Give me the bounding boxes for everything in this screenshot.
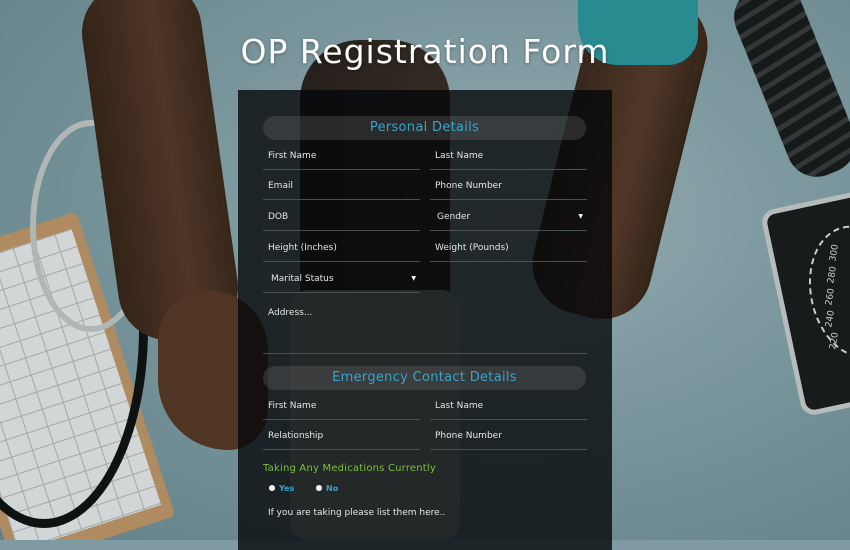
marital-status-select[interactable]: Marital Status ▼ [263,271,420,293]
gender-select-value: Gender [437,212,471,222]
medications-yes-radio[interactable]: Yes [269,483,294,495]
radio-circle-icon [269,484,275,491]
gender-select[interactable]: Gender ▼ [430,209,587,231]
marital-status-select-value: Marital Status [271,274,334,284]
email-field[interactable]: Email [263,178,420,200]
height-field[interactable]: Height (Inches) [263,240,420,262]
emergency-contact-heading: Emergency Contact Details [263,366,586,390]
emergency-first-name-field[interactable]: First Name [263,398,420,420]
address-textarea[interactable]: Address... [263,306,587,354]
dob-field[interactable]: DOB [263,209,420,231]
weight-field[interactable]: Weight (Pounds) [430,240,587,262]
personal-details-heading: Personal Details [263,116,586,140]
caret-down-icon: ▼ [578,213,583,220]
radio-label: No [326,484,339,493]
page-title: OP Registration Form [240,32,610,71]
caret-down-icon: ▼ [411,275,416,282]
first-name-field[interactable]: First Name [263,148,420,170]
emergency-last-name-field[interactable]: Last Name [430,398,587,420]
emergency-phone-number-field[interactable]: Phone Number [430,428,587,450]
radio-circle-icon [316,484,322,491]
medications-question: Taking Any Medications Currently [263,463,437,474]
last-name-field[interactable]: Last Name [430,148,587,170]
registration-form: Personal Details First Name Last Name Em… [238,90,612,550]
phone-number-field[interactable]: Phone Number [430,178,587,200]
medications-list-textarea[interactable]: If you are taking please list them here.… [268,508,445,518]
relationship-field[interactable]: Relationship [263,428,420,450]
medications-no-radio[interactable]: No [316,483,338,495]
radio-label: Yes [279,484,295,493]
